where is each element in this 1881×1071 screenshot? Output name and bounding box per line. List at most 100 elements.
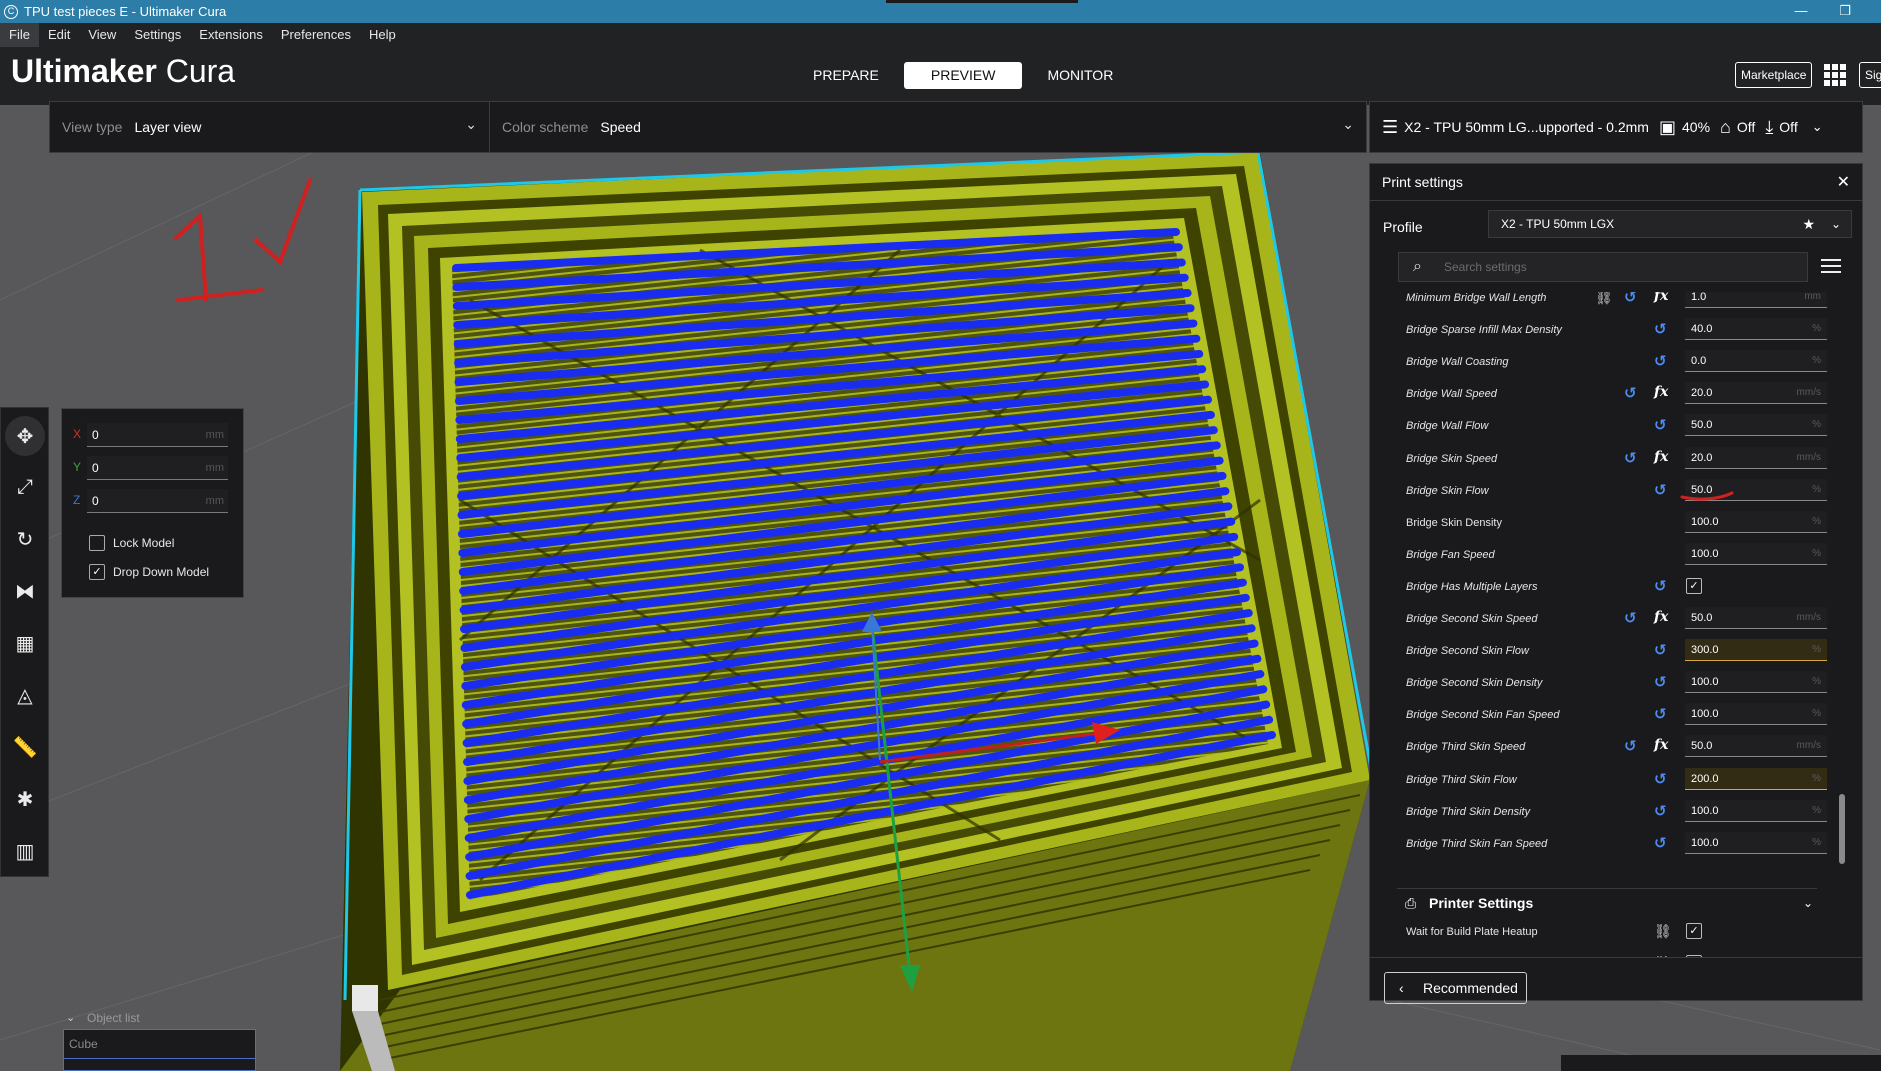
settings-scrollbar[interactable] xyxy=(1839,794,1845,864)
settings-list[interactable]: Minimum Bridge Wall Length ⛓ ↺ fx 1.0 mm Bridg… xyxy=(1370,292,1840,872)
close-icon[interactable]: ✕ xyxy=(1837,172,1850,192)
setting-row[interactable]: Bridge Skin Flow ↺ 50.0% xyxy=(1370,477,1840,505)
setting-row[interactable]: Bridge Third Skin Speed ↺ fx 50.0 mm/s xyxy=(1370,733,1840,761)
setting-input[interactable]: 300.0% xyxy=(1685,639,1827,662)
menu-settings[interactable]: Settings xyxy=(125,23,190,47)
mesh-tools-icon[interactable]: ✱ xyxy=(6,780,44,818)
profile-summary: X2 - TPU 50mm LG...upported - 0.2mm xyxy=(1404,119,1649,135)
mirror-tool-icon[interactable]: ⧓ xyxy=(6,572,44,610)
scale-tool-icon[interactable]: ⤢ xyxy=(6,468,44,506)
color-scheme-dropdown[interactable]: Color scheme Speed ⌄ xyxy=(490,102,1366,152)
drop-down-model-checkbox[interactable]: ✓ xyxy=(89,564,105,580)
setting-row[interactable]: Bridge Fan Speed 100.0% xyxy=(1370,541,1840,569)
marketplace-button[interactable]: Marketplace xyxy=(1735,62,1813,88)
drop-down-model-row[interactable]: ✓ Drop Down Model xyxy=(89,563,209,581)
setting-row[interactable]: Bridge Third Skin Density ↺ 100.0% xyxy=(1370,798,1840,826)
setting-input[interactable]: 40.0% xyxy=(1685,318,1827,341)
rotate-tool-icon[interactable]: ↻ xyxy=(6,520,44,558)
setting-row[interactable]: Bridge Wall Coasting ↺ 0.0% xyxy=(1370,348,1840,376)
setting-row[interactable]: Minimum Bridge Wall Length ⛓ ↺ fx 1.0 mm xyxy=(1370,292,1840,312)
setting-row[interactable]: Bridge Second Skin Density ↺ 100.0% xyxy=(1370,669,1840,697)
apps-grid-icon[interactable] xyxy=(1824,64,1846,86)
printer-settings-category[interactable]: ⎙ Printer Settings ⌄ xyxy=(1397,888,1817,916)
setting-checkbox[interactable]: ✓ xyxy=(1686,577,1702,594)
support-blocker-icon[interactable]: ◬ xyxy=(6,676,44,714)
menu-view[interactable]: View xyxy=(79,23,125,47)
x-coordinate: X 0 mm xyxy=(73,423,230,447)
per-model-settings-icon[interactable]: ▦ xyxy=(6,624,44,662)
setting-label: Bridge Wall Flow xyxy=(1406,420,1489,433)
reset-icon[interactable]: ↺ xyxy=(1654,352,1667,370)
setting-row[interactable]: Bridge Third Skin Fan Speed ↺ 100.0% xyxy=(1370,830,1840,858)
setting-checkbox[interactable]: ✓ xyxy=(1686,923,1702,939)
menu-extensions[interactable]: Extensions xyxy=(190,23,272,47)
view-type-dropdown[interactable]: View type Layer view ⌄ xyxy=(50,102,490,152)
lock-model-row[interactable]: Lock Model xyxy=(89,534,174,552)
setting-input[interactable]: 100.0% xyxy=(1685,671,1827,694)
menu-edit[interactable]: Edit xyxy=(39,23,79,47)
reset-icon[interactable]: ↺ xyxy=(1654,673,1667,691)
tab-prepare[interactable]: PREPARE xyxy=(798,62,894,89)
chevron-down-icon: ⌄ xyxy=(1811,119,1823,134)
setting-input[interactable]: 100.0% xyxy=(1685,703,1827,726)
reset-icon[interactable]: ↺ xyxy=(1624,292,1637,306)
setting-input[interactable]: 0.0% xyxy=(1685,350,1827,373)
setting-row[interactable]: Bridge Second Skin Flow ↺ 300.0% xyxy=(1370,637,1840,665)
setting-row[interactable]: Bridge Skin Density 100.0% xyxy=(1370,509,1840,537)
reset-icon[interactable]: ↺ xyxy=(1654,416,1667,434)
setting-input[interactable]: 1.0 mm xyxy=(1685,292,1827,308)
recommended-button[interactable]: ‹ Recommended xyxy=(1384,972,1527,1004)
object-list-item[interactable]: Cube xyxy=(63,1029,256,1059)
menu-help[interactable]: Help xyxy=(360,23,405,47)
tab-monitor[interactable]: MONITOR xyxy=(1032,62,1128,89)
profile-dropdown[interactable]: X2 - TPU 50mm LGX ★ ⌄ xyxy=(1488,210,1852,238)
reset-icon[interactable]: ↺ xyxy=(1654,802,1667,820)
object-list-header[interactable]: ⌄ Object list xyxy=(63,1007,256,1029)
star-icon[interactable]: ★ xyxy=(1802,211,1815,237)
settings-menu-icon[interactable] xyxy=(1821,256,1841,274)
setting-row[interactable]: Bridge Third Skin Flow ↺ 200.0% xyxy=(1370,766,1840,794)
setting-input[interactable]: 200.0% xyxy=(1685,767,1827,790)
setting-row[interactable]: Wait for Build Plate Heatup ⛓ ✓ xyxy=(1370,918,1840,946)
setting-row[interactable]: Bridge Has Multiple Layers ↺ ✓ xyxy=(1370,573,1840,601)
setting-row[interactable]: Bridge Second Skin Speed ↺ fx 50.0 mm/s xyxy=(1370,605,1840,633)
restore-button[interactable]: ❐ xyxy=(1827,0,1863,23)
print-setup-selector[interactable]: ☰ X2 - TPU 50mm LG...upported - 0.2mm ▣ … xyxy=(1369,101,1863,153)
move-tool-icon[interactable]: ✥ xyxy=(5,416,45,456)
setting-input[interactable]: 100.0% xyxy=(1685,542,1827,565)
setting-input[interactable]: 50.0 mm/s xyxy=(1685,607,1827,629)
menu-preferences[interactable]: Preferences xyxy=(272,23,360,47)
reset-icon[interactable]: ↺ xyxy=(1654,481,1667,499)
printer-settings-list[interactable]: Wait for Build Plate Heatup⛓✓Wait for No… xyxy=(1370,916,1840,958)
setting-row[interactable]: Bridge Skin Speed ↺ fx 20.0 mm/s xyxy=(1370,445,1840,473)
reset-icon[interactable]: ↺ xyxy=(1654,641,1667,659)
setting-row[interactable]: Bridge Wall Speed ↺ fx 20.0 mm/s xyxy=(1370,380,1840,408)
setting-input[interactable]: 100.0% xyxy=(1685,799,1827,822)
setting-input[interactable]: 50.0 mm/s xyxy=(1685,735,1827,758)
setting-input[interactable]: 100.0% xyxy=(1685,831,1827,854)
reset-icon[interactable]: ↺ xyxy=(1624,737,1637,755)
barcode-tool-icon[interactable]: ▥ xyxy=(6,832,44,870)
setting-input[interactable]: 20.0 mm/s xyxy=(1685,446,1827,469)
reset-icon[interactable]: ↺ xyxy=(1654,705,1667,723)
reset-icon[interactable]: ↺ xyxy=(1654,577,1667,595)
setting-input[interactable]: 20.0 mm/s xyxy=(1685,382,1827,405)
search-settings-input[interactable]: ⌕ Search settings xyxy=(1398,252,1808,282)
reset-icon[interactable]: ↺ xyxy=(1624,449,1637,467)
sign-in-button[interactable]: Sign in xyxy=(1859,62,1881,88)
setting-input[interactable]: 100.0% xyxy=(1685,510,1827,533)
minimize-button[interactable]: — xyxy=(1783,0,1819,23)
reset-icon[interactable]: ↺ xyxy=(1624,609,1637,627)
setting-row[interactable]: Bridge Sparse Infill Max Density ↺ 40.0% xyxy=(1370,316,1840,344)
setting-row[interactable]: Bridge Second Skin Fan Speed ↺ 100.0% xyxy=(1370,701,1840,729)
reset-icon[interactable]: ↺ xyxy=(1624,384,1637,402)
lock-model-checkbox[interactable] xyxy=(89,535,105,551)
tab-preview[interactable]: PREVIEW xyxy=(903,62,1023,89)
setting-input[interactable]: 50.0% xyxy=(1685,414,1827,437)
reset-icon[interactable]: ↺ xyxy=(1654,320,1667,338)
reset-icon[interactable]: ↺ xyxy=(1654,770,1667,788)
menu-file[interactable]: File xyxy=(0,23,39,47)
setting-row[interactable]: Bridge Wall Flow ↺ 50.0% xyxy=(1370,412,1840,440)
measure-tool-icon[interactable]: 📏 xyxy=(6,728,44,766)
reset-icon[interactable]: ↺ xyxy=(1654,834,1667,852)
